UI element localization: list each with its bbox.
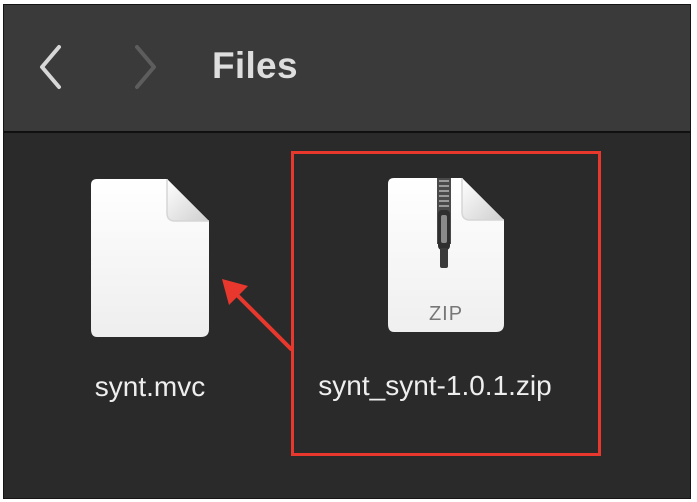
file-item-synt-synt-zip[interactable]: ZIP synt_synt-1.0.1.zip bbox=[291, 151, 601, 456]
chevron-left-icon bbox=[40, 45, 61, 89]
window-title: Files bbox=[212, 45, 298, 86]
file-grid: synt.mvc ZIP synt_synt-1.0.1.zip bbox=[4, 133, 690, 498]
chevron-right-icon bbox=[135, 45, 156, 89]
annotation-arrow bbox=[222, 279, 293, 351]
document-icon bbox=[91, 179, 209, 337]
zip-type-label: ZIP bbox=[428, 303, 464, 325]
forward-button[interactable] bbox=[130, 39, 162, 95]
file-item-synt-mvc[interactable]: synt.mvc bbox=[66, 177, 234, 409]
file-browser-window: Files synt.mvc ZIP synt_synt-1.0.1.zip bbox=[3, 4, 691, 499]
toolbar: Files bbox=[4, 5, 690, 133]
file-name-label: synt_synt-1.0.1.zip bbox=[318, 370, 552, 401]
file-name-label: synt.mvc bbox=[94, 371, 206, 402]
back-button[interactable] bbox=[34, 39, 66, 95]
